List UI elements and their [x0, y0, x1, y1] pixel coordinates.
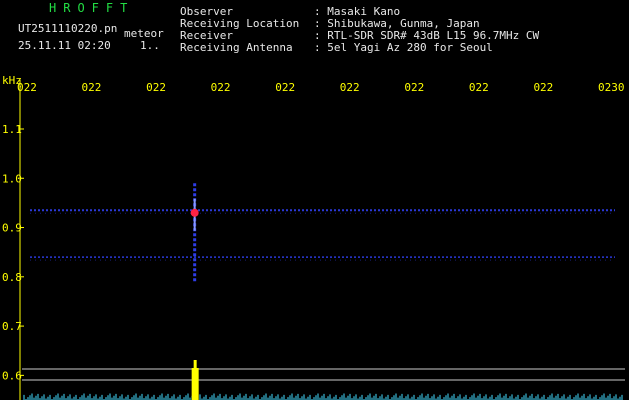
freq-tick-label: 0.6: [2, 369, 22, 382]
time-tick-label: 022: [404, 81, 424, 94]
time-tick-label: 022: [340, 81, 360, 94]
time-tick-label: 022: [82, 81, 102, 94]
time-tick-label: 022: [275, 81, 295, 94]
time-axis: 022 022 022 022 022 022 022 022 022 0230: [17, 81, 625, 94]
freq-tick-label: 0.7: [2, 320, 22, 333]
time-tick-label: 0230: [598, 81, 625, 94]
freq-tick-label: 1.0: [2, 172, 22, 185]
freq-tick-label: 1.1: [2, 123, 22, 136]
meteor-echo: [190, 183, 199, 282]
carrier-traces: [30, 209, 615, 261]
time-tick-label: 022: [469, 81, 489, 94]
echo-head: [190, 208, 199, 217]
freq-tick-label: 0.9: [2, 222, 22, 235]
spectrum-peak-top: [193, 360, 197, 370]
spectrum-peak: [191, 368, 199, 400]
spectrum-noise: [23, 393, 623, 400]
time-tick-label: 022: [17, 81, 37, 94]
time-tick-label: 022: [146, 81, 166, 94]
spectrum-strip: [22, 360, 625, 400]
frequency-axis: 1.1 1.0 0.9 0.8 0.7 0.6: [2, 123, 24, 382]
time-tick-label: 022: [533, 81, 553, 94]
freq-tick-label: 0.8: [2, 271, 22, 284]
spectrogram-plot: kHz 022 022 022 022 022 022 022 022 022 0230 1.11…: [2, 74, 625, 400]
time-tick-label: 022: [211, 81, 231, 94]
